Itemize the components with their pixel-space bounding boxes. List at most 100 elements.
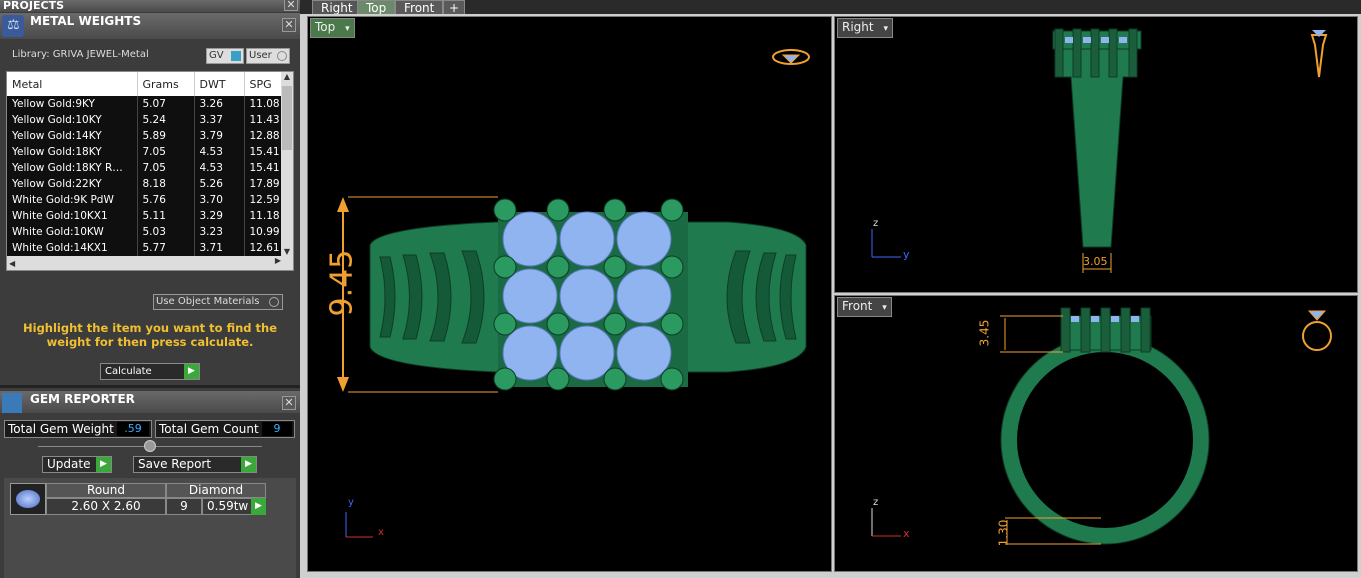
table-cell: 5.26 xyxy=(194,176,245,192)
right-view-model xyxy=(871,28,1328,273)
prong xyxy=(603,367,627,391)
table-row[interactable]: White Gold:10KW 5.03 3.23 10.99 xyxy=(7,224,283,240)
table-row[interactable]: White Gold:9K PdW 5.76 3.70 12.59 xyxy=(7,192,283,208)
table-row[interactable]: Yellow Gold:9KY 5.07 3.26 11.08 xyxy=(7,96,283,112)
table-cell: 12.88 xyxy=(244,128,283,144)
close-icon[interactable]: ✕ xyxy=(284,0,298,11)
metal-weights-title: METAL WEIGHTS xyxy=(30,14,142,28)
column-header[interactable]: Metal xyxy=(7,72,138,96)
update-button[interactable]: Update ▶ xyxy=(42,456,112,473)
axis-x-label: x xyxy=(903,527,910,540)
table-row[interactable]: Yellow Gold:14KY 5.89 3.79 12.88 xyxy=(7,128,283,144)
table-scrollbar[interactable]: ▲ ▼ xyxy=(281,72,293,270)
save-report-button[interactable]: Save Report ▶ xyxy=(133,456,257,473)
gem-shape: Round xyxy=(46,483,166,498)
gem-stone xyxy=(559,325,615,381)
play-icon: ▶ xyxy=(241,457,256,472)
gem-stone xyxy=(559,268,615,324)
right-dimension-label: 3.05 xyxy=(1083,255,1108,268)
left-panel: PROJECTS ✕ ⚖ METAL WEIGHTS ✕ Library: GR… xyxy=(0,0,300,578)
table-cell: 15.41 xyxy=(244,144,283,160)
prong xyxy=(660,312,684,336)
table-cell: 17.89 xyxy=(244,176,283,192)
scroll-right-icon[interactable]: ▶ xyxy=(275,256,281,265)
gem-stone xyxy=(559,211,615,267)
top-viewport[interactable]: Top ▾ 9.45 y x xyxy=(307,16,832,572)
top-view-model xyxy=(337,49,810,538)
table-hscrollbar[interactable]: ◀ ▶ xyxy=(7,256,283,270)
metal-table: Metal Grams DWT SPG Yellow Gold:9KY 5.07 3.26… xyxy=(6,71,294,271)
table-cell: 5.07 xyxy=(137,96,195,112)
front-viewport[interactable]: Front ▾ 3.45 1.30 z x xyxy=(834,295,1358,572)
axis-z-label: z xyxy=(873,218,879,229)
table-cell: Yellow Gold:9KY xyxy=(7,96,138,112)
use-object-materials-toggle[interactable]: Use Object Materials xyxy=(153,294,283,310)
column-header[interactable]: SPG xyxy=(244,72,283,96)
scroll-thumb[interactable] xyxy=(282,86,292,150)
user-label: User xyxy=(249,50,272,61)
table-cell: 7.05 xyxy=(137,160,195,176)
prong xyxy=(493,255,517,279)
user-toggle[interactable]: User xyxy=(246,48,290,64)
library-label: Library: GRIVA JEWEL-Metal xyxy=(12,49,149,60)
table-row[interactable]: White Gold:14KX1 5.77 3.71 12.61 xyxy=(7,240,283,256)
table-cell: 3.70 xyxy=(194,192,245,208)
close-icon[interactable]: ✕ xyxy=(282,18,296,32)
table-cell: 8.18 xyxy=(137,176,195,192)
gem-stone xyxy=(616,325,672,381)
column-header[interactable]: DWT xyxy=(194,72,245,96)
table-cell: 5.11 xyxy=(137,208,195,224)
gem-count: 9 xyxy=(166,498,202,515)
gv-toggle[interactable]: GV xyxy=(206,48,244,64)
table-cell: 3.71 xyxy=(194,240,245,256)
table-cell: White Gold:14KX1 xyxy=(7,240,138,256)
table-row[interactable]: Yellow Gold:22KY 8.18 5.26 17.89 xyxy=(7,176,283,192)
weight-hint: Highlight the item you want to find the … xyxy=(23,321,277,349)
total-gem-count: Total Gem Count 9 xyxy=(155,420,295,438)
gem-weight-value: 0.59tw xyxy=(207,499,249,513)
table-cell: 11.08 xyxy=(244,96,283,112)
save-report-label: Save Report xyxy=(138,457,212,471)
column-header[interactable]: Grams xyxy=(137,72,195,96)
play-icon[interactable]: ▶ xyxy=(251,498,266,515)
prong xyxy=(603,198,627,222)
gem-weight: 0.59tw ▶ xyxy=(202,498,266,515)
table-cell: White Gold:9K PdW xyxy=(7,192,138,208)
prong xyxy=(546,198,570,222)
scroll-left-icon[interactable]: ◀ xyxy=(7,259,15,268)
panel-divider xyxy=(0,385,300,388)
table-cell: 3.23 xyxy=(194,224,245,240)
table-row[interactable]: White Gold:10KX1 5.11 3.29 11.18 xyxy=(7,208,283,224)
front-top-dimension-label: 3.45 xyxy=(977,319,992,347)
axis-z-label: z xyxy=(873,497,879,508)
table-row[interactable]: Yellow Gold:18KY 7.05 4.53 15.41 xyxy=(7,144,283,160)
calculate-button[interactable]: Calculate ▶ xyxy=(100,363,200,380)
table-cell: 3.79 xyxy=(194,128,245,144)
table-cell: Yellow Gold:10KY xyxy=(7,112,138,128)
gem-size: 2.60 X 2.60 xyxy=(46,498,166,515)
table-cell: 7.05 xyxy=(137,144,195,160)
top-dimension-label: 9.45 xyxy=(324,249,360,317)
table-cell: Yellow Gold:18KY R… xyxy=(7,160,138,176)
table-row[interactable]: Yellow Gold:18KY R… 7.05 4.53 15.41 xyxy=(7,160,283,176)
projects-title: PROJECTS xyxy=(3,0,64,12)
table-cell: 4.53 xyxy=(194,144,245,160)
right-viewport[interactable]: Right ▾ 3.05 z y xyxy=(834,16,1358,293)
close-icon[interactable]: ✕ xyxy=(282,396,296,410)
gem-reporter-icon xyxy=(2,393,22,413)
scroll-down-icon[interactable]: ▼ xyxy=(281,247,293,256)
scroll-up-icon[interactable]: ▲ xyxy=(281,72,293,81)
prong xyxy=(660,198,684,222)
table-cell: 10.99 xyxy=(244,224,283,240)
prong xyxy=(493,312,517,336)
table-row[interactable]: Yellow Gold:10KY 5.24 3.37 11.43 xyxy=(7,112,283,128)
metal-weights-header: ⚖ METAL WEIGHTS ✕ xyxy=(0,13,300,39)
prong xyxy=(546,255,570,279)
table-cell: White Gold:10KX1 xyxy=(7,208,138,224)
splitter-handle[interactable] xyxy=(144,440,156,452)
gem-thumbnail[interactable] xyxy=(10,483,46,515)
use-object-materials-label: Use Object Materials xyxy=(156,296,260,307)
front-bottom-dimension-label: 1.30 xyxy=(996,519,1011,547)
axis-x-label: x xyxy=(378,527,384,538)
prong xyxy=(546,367,570,391)
